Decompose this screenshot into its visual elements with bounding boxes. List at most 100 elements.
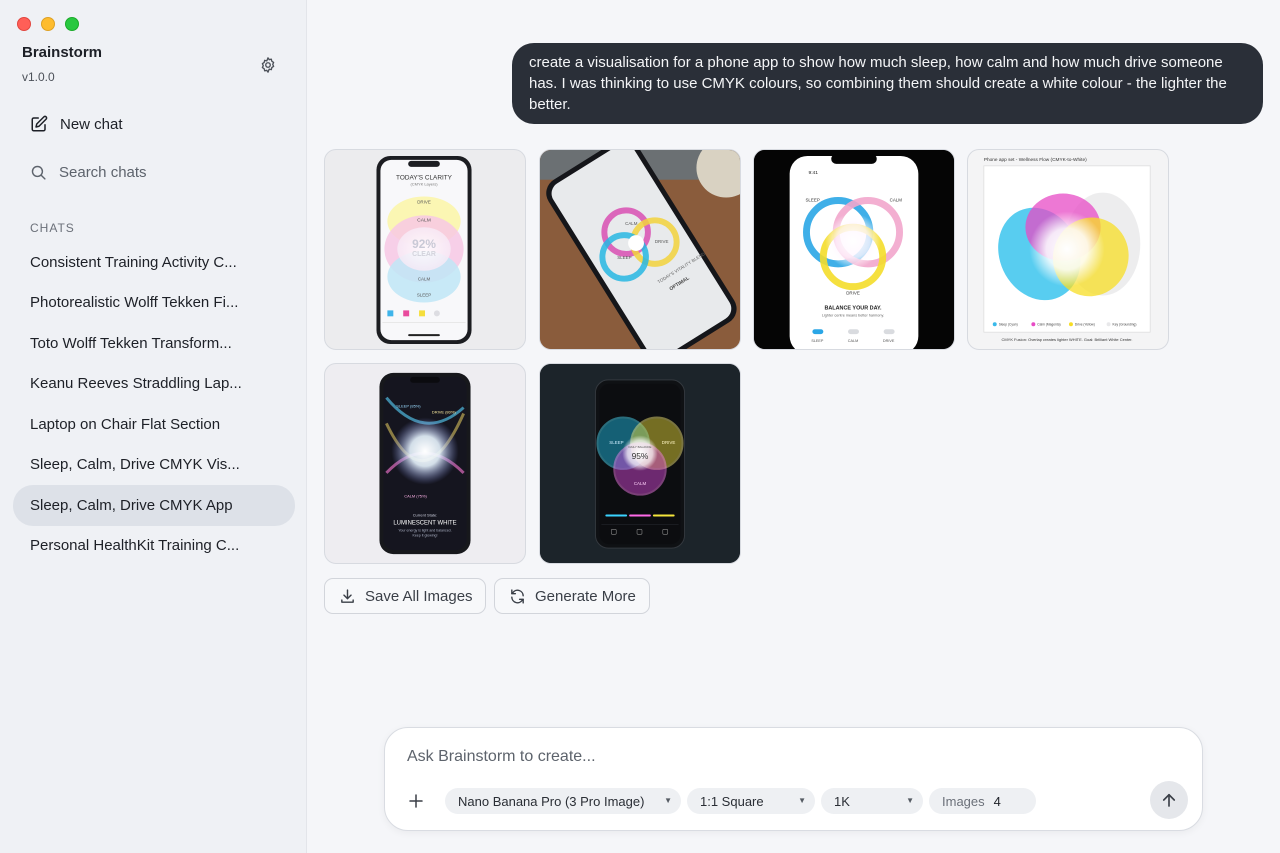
download-icon xyxy=(341,588,354,603)
search-chats-label: Search chats xyxy=(59,164,147,181)
chevron-down-icon: ▼ xyxy=(664,796,672,805)
img6-calm: CALM xyxy=(634,481,647,486)
img3-toggle-sleep: SLEEP xyxy=(811,339,824,343)
chat-item-label: Consistent Training Activity C... xyxy=(30,253,237,271)
aspect-ratio-value: 1:1 Square xyxy=(700,793,764,809)
new-chat-label: New chat xyxy=(60,115,123,133)
search-chats-button[interactable]: Search chats xyxy=(30,164,147,181)
generated-image-1[interactable]: TODAY'S CLARITY (CMYK Layers) DRIVE CALM… xyxy=(324,149,526,350)
user-message-bubble: create a visualisation for a phone app t… xyxy=(512,43,1263,124)
generate-more-label: Generate More xyxy=(535,587,636,605)
save-all-images-button[interactable]: Save All Images xyxy=(324,578,486,614)
generated-image-3[interactable]: 9:41 SLEEP CALM DRIVE BALANCE YOUR DAY. … xyxy=(753,149,955,350)
img4-header: Phone app set - Wellness Flow (CMYK-to-W… xyxy=(984,157,1087,163)
chat-item-label: Keanu Reeves Straddling Lap... xyxy=(30,375,242,393)
img5-state-label: Current State: xyxy=(413,512,438,517)
images-count-label: Images xyxy=(942,793,985,809)
chat-item[interactable]: Keanu Reeves Straddling Lap... xyxy=(13,364,295,405)
resolution-value: 1K xyxy=(834,793,850,809)
chat-item[interactable]: Photorealistic Wolff Tekken Fi... xyxy=(13,283,295,324)
img2-drive: DRIVE xyxy=(655,239,669,244)
resolution-select[interactable]: 1K ▼ xyxy=(821,788,923,814)
img1-subtitle: (CMYK Layers) xyxy=(410,182,438,187)
generated-image-5[interactable]: SLEEP (85%) DRIVE (80%) CALM (75%) Curre… xyxy=(324,363,526,564)
composer: Nano Banana Pro (3 Pro Image) ▼ 1:1 Squa… xyxy=(384,727,1203,831)
chat-list: Consistent Training Activity C... Photor… xyxy=(13,242,295,566)
zoom-window-button[interactable] xyxy=(65,17,79,31)
generated-image-4[interactable]: Phone app set - Wellness Flow (CMYK-to-W… xyxy=(967,149,1169,350)
sidebar: Brainstorm v1.0.0 New chat Search chats … xyxy=(0,0,307,853)
chat-item-label: Personal HealthKit Training C... xyxy=(30,537,240,555)
chevron-down-icon: ▼ xyxy=(798,796,806,805)
img1-calm2: CALM xyxy=(418,277,431,282)
gear-icon[interactable] xyxy=(259,56,277,74)
send-button[interactable] xyxy=(1150,781,1188,819)
chat-item[interactable]: Sleep, Calm, Drive CMYK Vis... xyxy=(13,445,295,486)
img4-legend-calm: Calm (Magenta) xyxy=(1037,323,1060,327)
window-controls xyxy=(17,17,79,31)
chats-heading: CHATS xyxy=(30,221,75,235)
img2-calm: CALM xyxy=(625,221,638,226)
chat-item[interactable]: Personal HealthKit Training C... xyxy=(13,526,295,567)
img5-desc2: Keep it glowing! xyxy=(412,533,437,537)
img3-sub: Lighter centre means better harmony. xyxy=(822,313,884,317)
chat-item-label: Laptop on Chair Flat Section xyxy=(30,415,221,433)
arrow-up-icon xyxy=(1162,793,1176,807)
chat-item-label: Sleep, Calm, Drive CMYK App xyxy=(30,496,233,514)
close-window-button[interactable] xyxy=(17,17,31,31)
chat-item-label: Sleep, Calm, Drive CMYK Vis... xyxy=(30,456,240,474)
model-select-value: Nano Banana Pro (3 Pro Image) xyxy=(458,793,645,809)
chat-item[interactable]: Laptop on Chair Flat Section xyxy=(13,404,295,445)
model-select[interactable]: Nano Banana Pro (3 Pro Image) ▼ xyxy=(445,788,681,814)
app-version: v1.0.0 xyxy=(22,70,55,84)
img1-value: 92% xyxy=(412,237,436,251)
user-message-text: create a visualisation for a phone app t… xyxy=(529,54,1227,113)
img3-toggle-calm: CALM xyxy=(848,339,858,343)
img3-calm: CALM xyxy=(890,197,903,202)
img3-sleep: SLEEP xyxy=(805,197,819,202)
img6-center-label: DAILY BALANCE xyxy=(629,445,652,449)
chevron-down-icon: ▼ xyxy=(906,796,914,805)
img4-legend-key: Key (Grounding) xyxy=(1113,323,1137,327)
img5-sleep: SLEEP (85%) xyxy=(396,404,421,409)
img5-state: LUMINESCENT WHITE xyxy=(393,520,456,526)
chat-item[interactable]: Toto Wolff Tekken Transform... xyxy=(13,323,295,364)
generate-more-button[interactable]: Generate More xyxy=(494,578,650,614)
img5-drive: DRIVE (80%) xyxy=(432,410,456,415)
chat-item[interactable]: Consistent Training Activity C... xyxy=(13,242,295,283)
img5-desc: Your energy is light and balanced. xyxy=(398,528,451,532)
edit-icon xyxy=(31,115,48,132)
img1-drive: DRIVE xyxy=(417,199,431,204)
chat-item-label: Toto Wolff Tekken Transform... xyxy=(30,334,232,352)
generated-image-2[interactable]: CALM DRIVE SLEEP TODAY'S VITALITY BLEND … xyxy=(539,149,741,350)
img4-legend-sleep: Sleep (Cyan) xyxy=(999,323,1018,327)
img4-footer: CMYK Fusion: Overlap creates lighter WHI… xyxy=(1002,337,1133,342)
aspect-ratio-select[interactable]: 1:1 Square ▼ xyxy=(687,788,815,814)
img6-drive: DRIVE xyxy=(662,440,676,445)
chat-item-active[interactable]: Sleep, Calm, Drive CMYK App xyxy=(13,485,295,526)
img6-value: 95% xyxy=(632,451,649,461)
app-title: Brainstorm xyxy=(22,44,103,61)
img1-value-label: CLEAR xyxy=(412,251,436,258)
img4-legend-drive: Drive (Yellow) xyxy=(1075,323,1095,327)
img3-toggle-drive: DRIVE xyxy=(883,339,895,343)
img6-sleep: SLEEP xyxy=(609,440,623,445)
img2-sleep: SLEEP xyxy=(617,255,631,260)
prompt-input[interactable] xyxy=(407,748,1107,766)
img3-time: 9:41 xyxy=(808,170,818,176)
images-count-field[interactable]: Images 4 xyxy=(929,788,1036,814)
refresh-icon xyxy=(511,588,524,604)
img1-calm: CALM xyxy=(417,217,431,223)
img3-headline: BALANCE YOUR DAY. xyxy=(824,305,882,311)
minimize-window-button[interactable] xyxy=(41,17,55,31)
generated-image-6[interactable]: SLEEP DRIVE CALM DAILY BALANCE 95% xyxy=(539,363,741,564)
plus-icon[interactable] xyxy=(407,792,425,810)
images-count-value: 4 xyxy=(993,793,1001,809)
img5-calm: CALM (75%) xyxy=(404,494,427,499)
search-icon xyxy=(31,165,46,180)
save-all-images-label: Save All Images xyxy=(365,587,473,605)
new-chat-button[interactable]: New chat xyxy=(30,115,123,133)
img1-title: TODAY'S CLARITY xyxy=(396,175,453,182)
img1-sleep: SLEEP xyxy=(417,293,431,298)
chat-item-label: Photorealistic Wolff Tekken Fi... xyxy=(30,294,239,312)
